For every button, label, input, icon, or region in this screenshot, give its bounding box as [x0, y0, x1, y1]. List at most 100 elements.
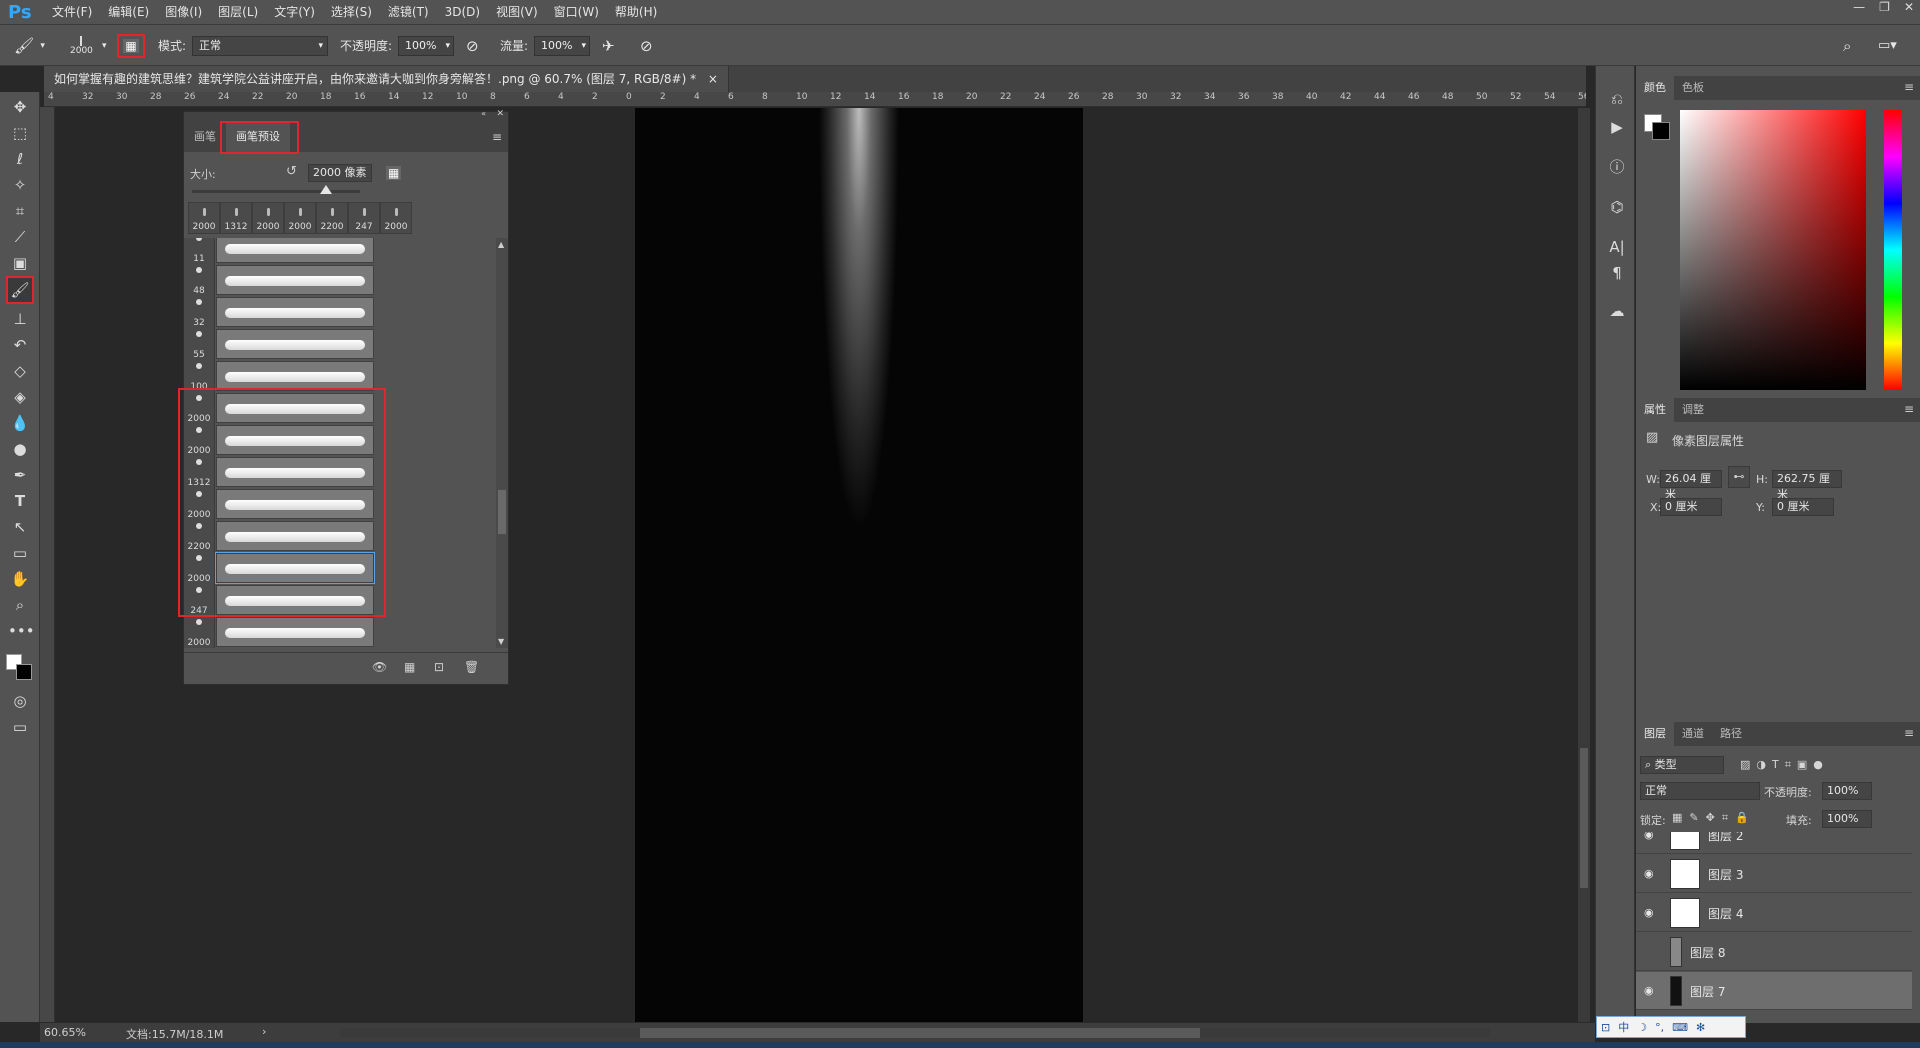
height-input[interactable]: 262.75 厘米 — [1772, 470, 1842, 501]
size-input[interactable]: 2000 像素 — [308, 164, 372, 182]
background-color-swatch[interactable] — [1652, 122, 1670, 140]
pressure-size-icon[interactable]: ⊘ — [640, 25, 653, 66]
brush-settings-icon[interactable]: ⌬ — [1606, 196, 1628, 218]
blur-tool-icon[interactable]: 💧 — [8, 412, 32, 434]
marquee-tool-icon[interactable]: ⬚ — [8, 122, 32, 144]
opacity-input[interactable]: 100% ▾ — [398, 35, 454, 56]
stamp-tool-icon[interactable]: ⊥ — [8, 308, 32, 330]
brush-panel-toggle-button[interactable]: ▦ — [117, 33, 145, 58]
recent-brush-swatch[interactable]: 247 — [348, 202, 380, 234]
rectangle-tool-icon[interactable]: ▭ — [8, 542, 32, 564]
pressure-opacity-icon[interactable]: ⊘ — [466, 25, 479, 66]
panel-menu-icon[interactable]: ≡ — [1904, 726, 1914, 740]
background-color-swatch[interactable] — [16, 664, 32, 680]
frame-tool-icon[interactable]: ▣ — [8, 252, 32, 274]
close-icon[interactable]: ✕ — [496, 109, 504, 119]
paint-bucket-icon[interactable]: ◈ — [8, 386, 32, 408]
vertical-scrollbar[interactable] — [1578, 108, 1590, 1023]
dodge-tool-icon[interactable]: ● — [8, 438, 32, 460]
fill-input[interactable]: 100% — [1822, 810, 1872, 828]
eyedropper-icon[interactable]: ⟋ — [8, 226, 32, 248]
restore-icon[interactable]: ❐ — [1879, 0, 1890, 20]
x-input[interactable]: 0 厘米 — [1660, 498, 1722, 516]
ime-keyboard-icon[interactable]: ⌨ — [1668, 1021, 1692, 1034]
ime-logo-icon[interactable]: ⊡ — [1597, 1021, 1614, 1034]
history-icon[interactable]: ⎌ — [1606, 88, 1628, 110]
menu-type[interactable]: 文字(Y) — [266, 0, 323, 25]
layer-row[interactable]: ◉ 图层 2 — [1636, 832, 1912, 854]
menu-layer[interactable]: 图层(L) — [210, 0, 266, 25]
eye-icon[interactable]: ◉ — [1644, 867, 1654, 880]
ime-moon-icon[interactable]: ☽ — [1633, 1021, 1651, 1034]
brush-preset-item[interactable]: 11 — [184, 238, 496, 264]
close-tab-icon[interactable]: × — [708, 72, 718, 86]
preset-list-scrollbar[interactable]: ▲ ▼ — [496, 238, 508, 648]
panel-menu-icon[interactable]: ≡ — [1904, 80, 1914, 94]
brush-tool-icon[interactable]: 🖌 — [6, 276, 34, 304]
trash-icon[interactable]: 🗑 — [464, 660, 479, 674]
eye-icon[interactable]: ◉ — [1644, 832, 1654, 841]
brush-size-picker[interactable]: 2000 — [70, 25, 93, 66]
menu-help[interactable]: 帮助(H) — [607, 0, 665, 25]
menu-image[interactable]: 图像(I) — [157, 0, 210, 25]
document-canvas[interactable] — [635, 108, 1083, 1023]
tab-paths[interactable]: 路径 — [1712, 722, 1750, 746]
more-tools-icon[interactable]: ••• — [8, 620, 35, 642]
tab-adjustments[interactable]: 调整 — [1674, 398, 1712, 422]
menu-select[interactable]: 选择(S) — [323, 0, 380, 25]
preset-scroll-thumb[interactable] — [498, 490, 506, 534]
brush-preset-item[interactable]: 48 — [184, 264, 496, 296]
actions-play-icon[interactable]: ▶ — [1606, 116, 1628, 138]
ime-settings-icon[interactable]: ✻ — [1692, 1021, 1709, 1034]
layer-row[interactable]: ◉ 图层 4 — [1636, 894, 1912, 932]
close-icon[interactable]: ✕ — [1904, 0, 1914, 20]
tab-color[interactable]: 颜色 — [1636, 76, 1674, 100]
eraser-tool-icon[interactable]: ◇ — [8, 360, 32, 382]
layer-row-selected[interactable]: ◉ 图层 7 — [1636, 972, 1912, 1010]
size-slider[interactable] — [192, 185, 360, 194]
scroll-up-icon[interactable]: ▲ — [498, 240, 504, 249]
width-input[interactable]: 26.04 厘米 — [1660, 470, 1722, 501]
eye-icon[interactable]: ◉ — [1644, 906, 1654, 919]
recent-brush-swatch[interactable]: 2000 — [188, 202, 220, 234]
paragraph-icon[interactable]: ¶ — [1606, 262, 1628, 284]
flow-input[interactable]: 100% ▾ — [534, 35, 590, 56]
crop-tool-icon[interactable]: ⌗ — [8, 200, 32, 222]
menu-view[interactable]: 视图(V) — [488, 0, 546, 25]
screen-mode-icon[interactable]: ▭ — [8, 716, 32, 738]
layer-opacity-input[interactable]: 100% — [1822, 782, 1872, 800]
menu-window[interactable]: 窗口(W) — [546, 0, 607, 25]
zoom-tool-icon[interactable]: ⌕ — [8, 594, 32, 616]
panel-menu-icon[interactable]: ≡ — [1904, 402, 1914, 416]
airbrush-icon[interactable]: ✈ — [602, 25, 615, 66]
brush-tool-preset-icon[interactable]: 🖌 ▾ — [14, 25, 45, 66]
panel-menu-icon[interactable]: ≡ — [492, 130, 502, 144]
path-select-icon[interactable]: ↖ — [8, 516, 32, 538]
horizontal-scroll-thumb[interactable] — [640, 1028, 1200, 1038]
lasso-tool-icon[interactable]: ℓ — [8, 148, 32, 170]
recent-brush-swatch[interactable]: 2000 — [380, 202, 412, 234]
brush-panel-icon[interactable]: ▦ — [386, 166, 402, 180]
menu-filter[interactable]: 滤镜(T) — [380, 0, 437, 25]
vertical-scroll-thumb[interactable] — [1580, 748, 1588, 888]
libraries-icon[interactable]: ☁ — [1606, 300, 1628, 322]
brush-preset-item[interactable]: 55 — [184, 328, 496, 360]
eye-hidden-icon[interactable]: ▢ — [1644, 945, 1654, 958]
zoom-level[interactable]: 60.65% — [44, 1026, 86, 1039]
quick-mask-icon[interactable]: ◎ — [8, 690, 32, 712]
new-preset-icon[interactable]: ⊡ — [434, 660, 444, 674]
menu-file[interactable]: 文件(F) — [44, 0, 100, 25]
tab-layers[interactable]: 图层 — [1636, 722, 1674, 746]
scroll-down-icon[interactable]: ▼ — [498, 637, 504, 646]
search-icon[interactable]: ⌕ — [1843, 25, 1851, 66]
brush-preset-item[interactable]: 32 — [184, 296, 496, 328]
type-tool-icon[interactable]: T — [8, 490, 32, 512]
recent-brush-swatch[interactable]: 2200 — [316, 202, 348, 234]
magic-wand-icon[interactable]: ✧ — [8, 174, 32, 196]
menu-edit[interactable]: 编辑(E) — [100, 0, 157, 25]
menu-3d[interactable]: 3D(D) — [437, 0, 488, 25]
layer-row[interactable]: ◉ 图层 3 — [1636, 855, 1912, 893]
character-icon[interactable]: A| — [1606, 236, 1628, 258]
ime-chinese-mode[interactable]: 中 — [1614, 1019, 1633, 1035]
history-brush-icon[interactable]: ↶ — [8, 334, 32, 356]
